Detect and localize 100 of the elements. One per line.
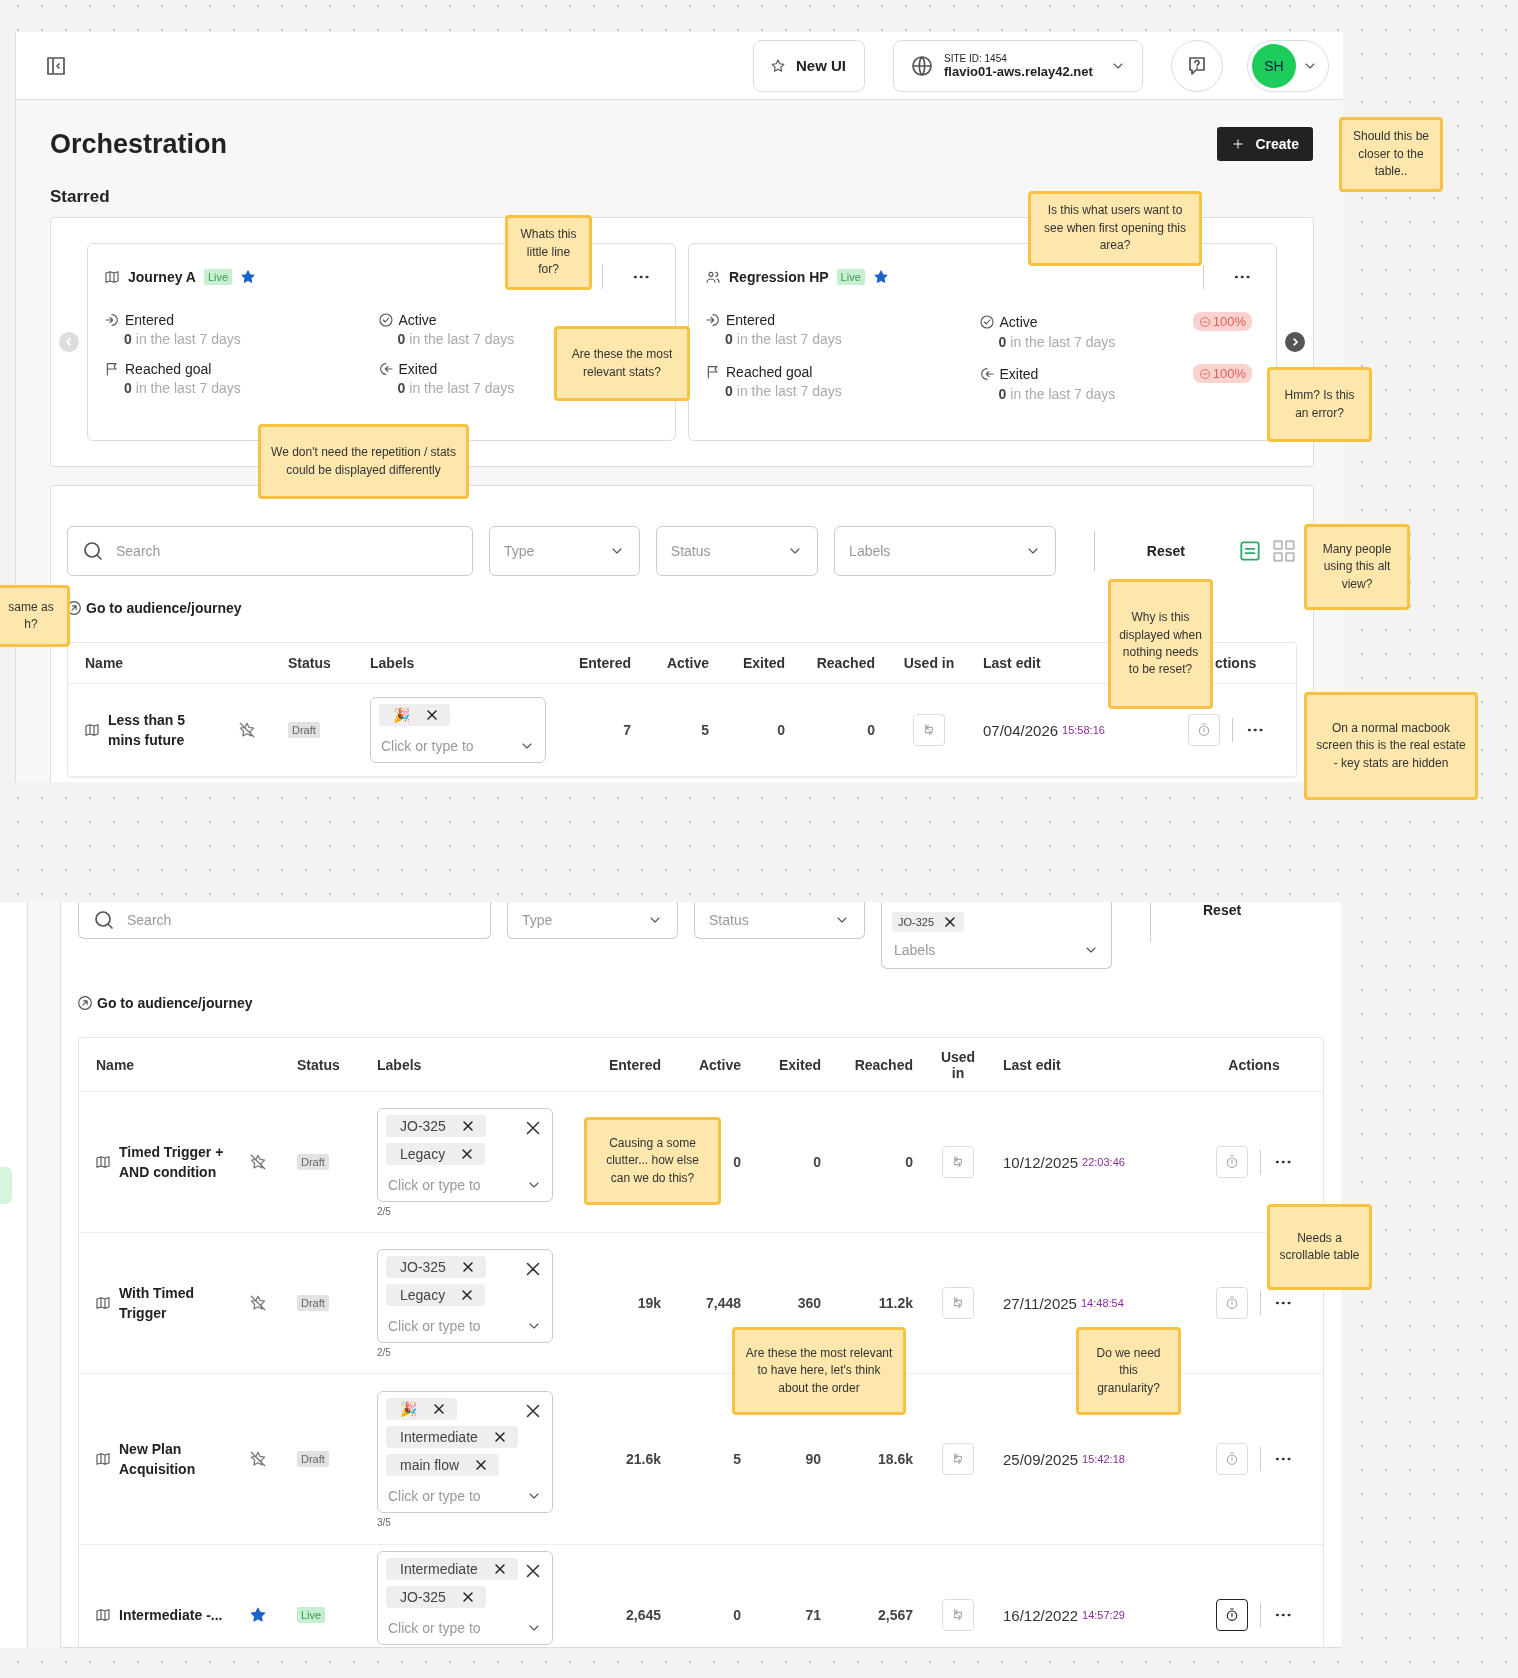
label-chip[interactable]: JO-325 [386, 1114, 486, 1137]
stat-value: 0 [998, 386, 1007, 402]
journey-name[interactable]: With Timed Trigger [119, 1282, 229, 1324]
card-title: Journey A [128, 269, 196, 285]
create-button[interactable]: Create [1217, 127, 1313, 161]
account-menu[interactable]: SH [1247, 39, 1329, 92]
stat-label: Active [398, 312, 437, 328]
column-header: Last edit [983, 655, 1041, 671]
table-cell-text: 18.6k [876, 1451, 914, 1467]
table-cell-text: 71 [804, 1607, 822, 1623]
column-header: Name [85, 655, 124, 671]
column-header: Reached [816, 655, 875, 671]
new-ui-button[interactable]: New UI [753, 39, 865, 92]
stat-value: 0 [998, 334, 1007, 350]
last-edit-time: 14:57:29 [1082, 1609, 1125, 1621]
star-icon[interactable] [249, 1606, 267, 1624]
section-heading: Starred [50, 187, 111, 207]
star-icon[interactable] [240, 269, 257, 285]
stat-label: Entered [125, 312, 175, 328]
labels-dropdown[interactable]: JO-325 Labels [881, 902, 1112, 969]
journey-name[interactable]: Less than 5 mins future [108, 709, 218, 751]
status-tag: Draft [297, 1295, 329, 1311]
label-chip[interactable]: JO-325 [892, 912, 965, 932]
column-header: Labels [370, 655, 415, 671]
stat-value: 0 [397, 331, 406, 347]
label-chip[interactable]: JO-325 [386, 1255, 486, 1278]
column-header: Status [297, 1056, 340, 1073]
close-icon[interactable] [424, 707, 440, 723]
table-cell-text: 5 [732, 1451, 742, 1467]
table-cell-text: 90 [804, 1451, 822, 1467]
star-off-icon[interactable] [249, 1450, 267, 1468]
map-icon [95, 1154, 111, 1170]
stat-period: in the last 7 days [1010, 386, 1116, 402]
table-cell-text: 0 [904, 1154, 914, 1170]
goto-link[interactable]: Go to audience/journey [78, 995, 253, 1011]
page-title: Orchestration [50, 128, 228, 160]
labels-field[interactable]: Intermediate JO-325 Click or type to [377, 1551, 553, 1645]
label-chip[interactable]: main flow [386, 1453, 500, 1476]
sticky-note: On a normal macbook screen this is the real estate - key stats are hidden [1304, 692, 1478, 800]
status-tag: Draft [297, 1451, 329, 1467]
table-cell-text: 21.6k [624, 1451, 662, 1467]
sticky-note: Should this be closer to the table.. [1339, 117, 1443, 192]
labels-field[interactable]: JO-325 Legacy Click or type to [377, 1248, 553, 1343]
star-off-icon[interactable] [249, 1294, 267, 1312]
stat-label: Exited [398, 361, 438, 377]
labels-field[interactable]: JO-325 Legacy Click or type to [377, 1107, 553, 1202]
column-header: Used in [939, 1048, 977, 1081]
star-icon [770, 57, 786, 74]
labels-field[interactable]: 🎉 Intermediate main flow Click or type to [377, 1390, 553, 1513]
table-cell-text: 7,448 [704, 1295, 742, 1311]
sticky-note: Needs a scrollable table [1267, 1204, 1372, 1290]
last-edit-date: 25/09/2025 [1003, 1450, 1079, 1468]
column-header: Entered [578, 655, 631, 671]
sticky-note: Do we need this granularity? [1076, 1327, 1181, 1415]
last-edit-date: 07/04/2026 [983, 721, 1059, 739]
label-chip[interactable]: Intermediate [386, 1425, 518, 1448]
table-cell-text: 11.2k [877, 1295, 914, 1311]
label-chip[interactable]: Intermediate [386, 1558, 518, 1580]
column-header: Actions [1228, 1056, 1280, 1073]
people-icon [705, 269, 721, 285]
label-count: 2/5 [377, 1205, 392, 1217]
reset-button[interactable]: Reset [1132, 543, 1221, 559]
map-icon [84, 722, 100, 738]
table-cell-text: 19k [636, 1295, 662, 1311]
site-selector[interactable]: SITE ID: 1454 flavio01-aws.relay42.net [893, 39, 1143, 92]
label-chip[interactable]: JO-325 [386, 1586, 486, 1608]
column-header: Exited [779, 1056, 821, 1073]
search-icon [81, 539, 105, 563]
status-tag: Live [836, 269, 865, 285]
table-cell-text: 7 [622, 722, 632, 738]
table-cell-text: 5 [700, 722, 710, 738]
journey-name[interactable]: Intermediate -... [119, 1604, 229, 1626]
plus-icon [1231, 137, 1246, 151]
stat-value: 0 [725, 331, 733, 347]
list-view-icon[interactable] [1237, 538, 1263, 564]
search-field[interactable]: Search [67, 526, 473, 576]
column-header: ctions [1215, 655, 1257, 671]
stat-period: in the last 7 days [409, 331, 515, 347]
star-off-icon[interactable] [238, 721, 256, 739]
stat-period: in the last 7 days [135, 380, 241, 396]
status-tag: Draft [297, 1154, 329, 1170]
sticky-note: Why is this displayed when nothing needs to be reset? [1108, 579, 1213, 709]
change-badge: 100% [1192, 364, 1252, 383]
star-off-icon[interactable] [249, 1153, 267, 1171]
next-button[interactable] [1285, 332, 1305, 352]
reset-button[interactable]: Reset [1189, 902, 1278, 918]
stat-period: in the last 7 days [409, 380, 515, 396]
stat-period: in the last 7 days [1010, 334, 1116, 350]
last-edit-time: 22:03:46 [1082, 1156, 1125, 1168]
journey-name[interactable]: New Plan Acquisition [119, 1438, 229, 1480]
label-chip[interactable]: Legacy [386, 1142, 486, 1165]
star-icon[interactable] [872, 269, 889, 285]
exited-icon [377, 361, 394, 377]
stat-label: Entered [726, 312, 776, 328]
label-chip[interactable]: Legacy [386, 1283, 486, 1306]
journey-name[interactable]: Timed Trigger + AND condition [119, 1141, 229, 1183]
timer-button[interactable] [1215, 1599, 1248, 1631]
map-icon [95, 1451, 111, 1467]
search-field[interactable]: Search [78, 902, 491, 939]
stat-period: in the last 7 days [736, 331, 842, 347]
